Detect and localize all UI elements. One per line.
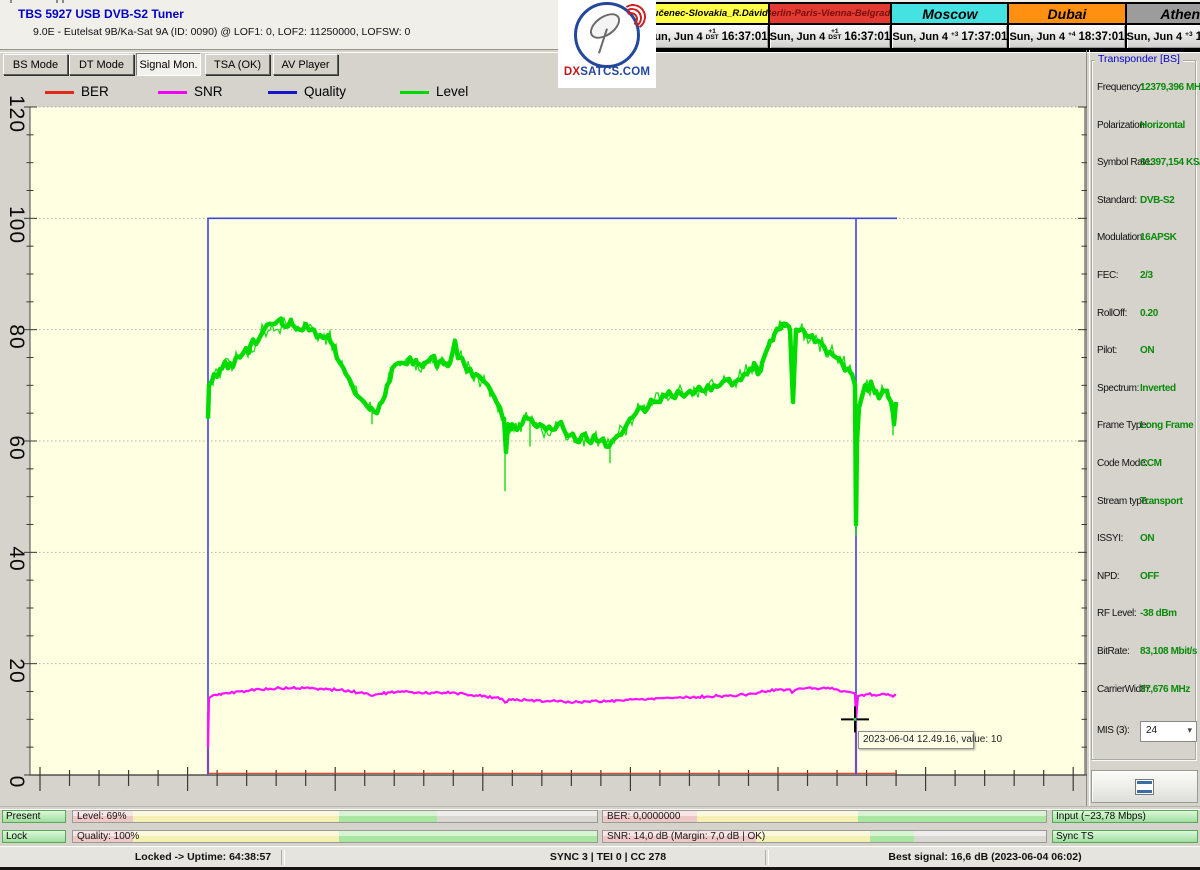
tp-label-rolloff: RollOff: [1097,307,1127,319]
tab-signal-mon[interactable]: Signal Mon. [136,53,201,76]
tp-value-carrierwidth: 37,676 MHz [1140,683,1190,695]
tp-value-bitrate: 83,108 Mbit/s [1140,646,1198,657]
status-sync: SYNC 3 | TEI 0 | CC 278 [549,851,667,863]
status-divider [765,850,769,865]
tp-value-npd: OFF [1140,570,1159,582]
tp-value-stream-type: Transport [1140,495,1183,507]
tab-dt-mode[interactable]: DT Mode [69,54,134,75]
tp-value-standard: DVB-S2 [1140,194,1175,206]
tp-value-rf-level: -38 dBm [1140,608,1177,620]
tp-value-frequency: 12379,396 MHz [1140,82,1200,93]
tp-value-frame-type: Long Frame [1140,420,1194,432]
world-clock-panel: Lučenec-Slovakia_R.Dávid Berlin-Paris-Vie… [645,2,1200,52]
status-best-signal: Best signal: 16,6 dB (2023-06-04 06:02) [888,851,1082,863]
tp-label-modulation: Modulation: [1097,232,1145,244]
tp-label-standard: Standard: [1097,194,1137,206]
indicator-lock: Lock [2,830,66,843]
tp-value-pilot: ON [1140,345,1155,357]
mis-selected-value: 24 [1146,725,1158,736]
tp-label-bitrate: BitRate: [1097,646,1130,657]
satellite-subtitle: 9.0E - Eutelsat 9B/Ka-Sat 9A (ID: 0090) … [33,26,411,38]
tab-av-player[interactable]: AV Player [273,54,338,75]
tp-value-rolloff: 0.20 [1140,307,1158,319]
clock-city-dubai: Dubai [1009,4,1125,23]
dxsatcs-logo: DXSATCS.COM [558,0,656,88]
transponder-title: Transponder [BS] [1095,53,1183,65]
meter-label: Quality: 100% [77,831,140,842]
tp-label-pilot: Pilot: [1097,345,1117,357]
meter-level: Level: 69% [72,810,598,823]
status-divider [281,850,285,865]
clock-time-berlin-paris-vienna-belgrade: Sun, Jun 4 +1 DST 16:37:01 [769,25,891,48]
indicator-present: Present [2,810,66,823]
clock-time-moscow: Sun, Jun 4 +3 17:37:01 [892,25,1008,48]
meter-label: Level: 69% [77,811,127,822]
panel-icon [1135,778,1154,795]
tp-value-issyi: ON [1140,533,1155,545]
tp-label-npd: NPD: [1097,570,1120,582]
indicator-sync-ts: Sync TS [1052,830,1198,843]
panel-tool-button[interactable] [1091,770,1198,803]
device-title: TBS 5927 USB DVB-S2 Tuner [18,7,184,21]
tp-label-mis: MIS (3): [1097,725,1130,736]
clipped-top-text [8,0,128,4]
chart-tooltip: 2023-06-04 12.49.16, value: 10 [858,731,1002,749]
meter-ber: BER: 0,0000000 [602,810,1047,823]
meter-gloss [73,811,597,816]
tab-bs-mode[interactable]: BS Mode [3,54,68,75]
mis-dropdown[interactable]: 24 ▾ [1140,721,1197,742]
clock-time-athens: Sun, Jun 4+317:37:01 [1126,25,1200,48]
tp-label-issyi: ISSYI: [1097,533,1123,545]
status-uptime: Locked -> Uptime: 64:38:57 [134,851,272,863]
tp-value-symbol-rate: 31397,154 KS/s [1140,157,1200,169]
tp-value-spectrum: Inverted [1140,382,1176,394]
chevron-down-icon: ▾ [1187,725,1192,735]
tp-label-frequency: Frequency: [1097,82,1144,93]
tp-value-modulation: 16APSK [1140,232,1177,244]
clock-time-dubai: Sun, Jun 4 +4 18:37:01 [1009,25,1125,48]
tp-value-fec: 2/3 [1140,270,1153,281]
signal-chart-svg [24,106,1087,791]
tp-value-code-mode: CCM [1140,458,1162,469]
meter-label: SNR: 14,0 dB (Margin: 7,0 dB | OK) [607,831,766,842]
clock-time-lu-enec-slovakia-r-d-vid: Sun, Jun 4 +1 DST 16:37:01 [647,25,768,48]
tp-label-rf-level: RF Level: [1097,608,1137,620]
meter-label: BER: 0,0000000 [607,811,681,822]
meter-gloss [73,831,597,836]
meter-quality: Quality: 100% [72,830,598,843]
indicator-input-23-78-mbps: Input (~23,78 Mbps) [1052,810,1198,823]
status-bar: Locked -> Uptime: 64:38:57 SYNC 3 | TEI … [0,846,1200,868]
clock-city-moscow: Moscow [892,4,1008,23]
tp-label-fec: FEC: [1097,270,1119,281]
tab-tsa-ok[interactable]: TSA (OK) [205,54,270,75]
tp-label-spectrum: Spectrum: [1097,382,1139,394]
clock-city-athens: Athens [1126,4,1200,23]
meter-snr: SNR: 14,0 dB (Margin: 7,0 dB | OK) [602,830,1047,843]
clock-city-lu-enec-slovakia-r-d-vid: Lučenec-Slovakia_R.Dávid [647,4,768,23]
clock-city-berlin-paris-vienna-belgrade: Berlin-Paris-Vienna-Belgrade [769,4,891,23]
logo-text: DXSATCS.COM [563,66,651,78]
tp-value-polarization: Horizontal [1140,119,1185,131]
